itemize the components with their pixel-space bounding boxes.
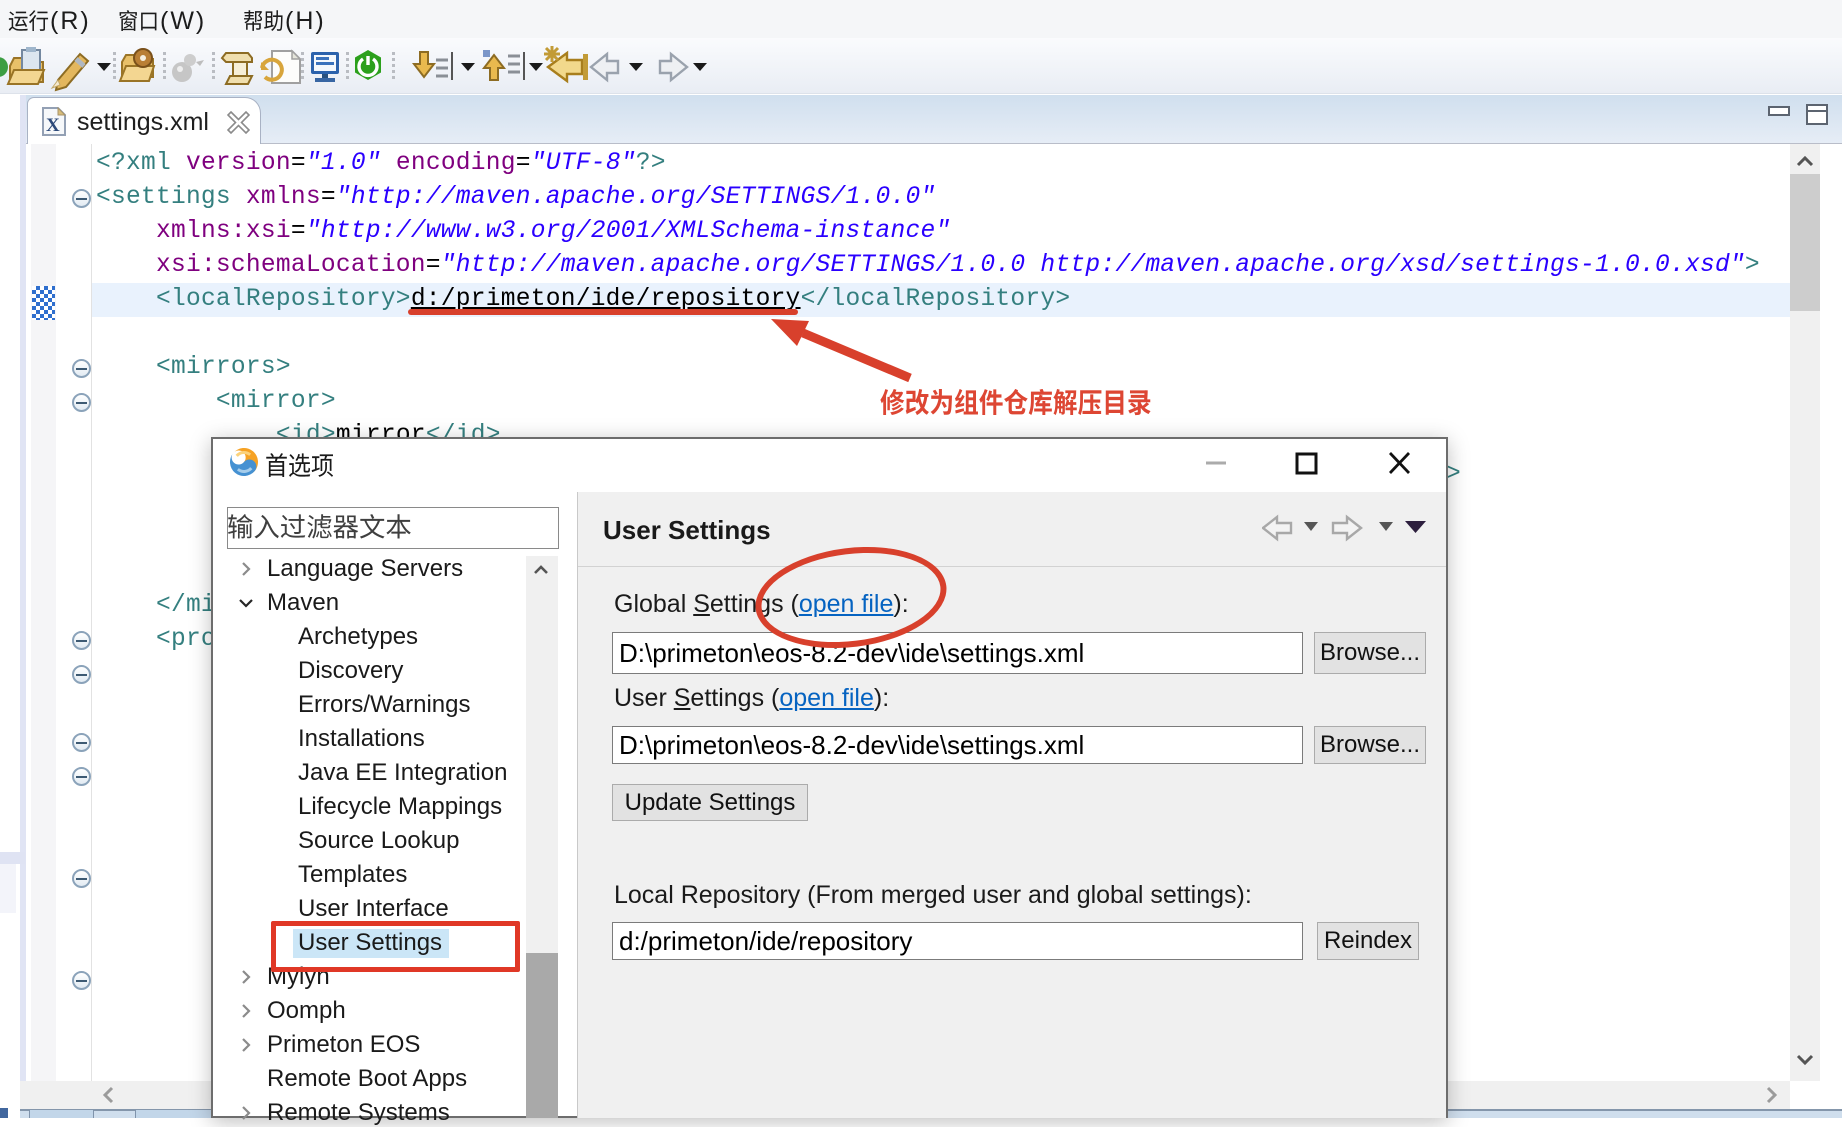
svg-text:X: X [46,115,60,136]
